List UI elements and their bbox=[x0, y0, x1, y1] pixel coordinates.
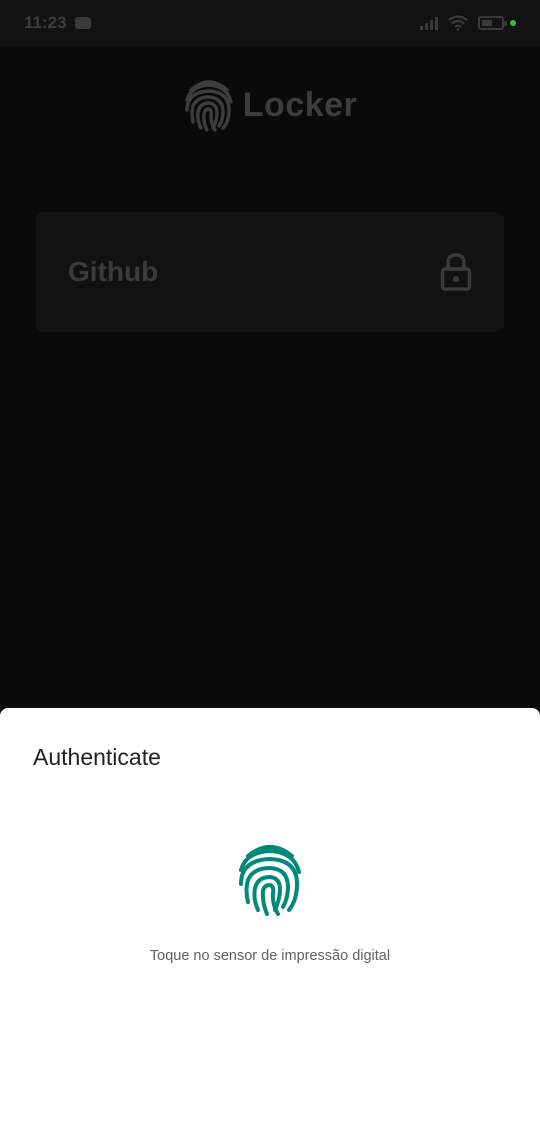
app-title: Locker bbox=[242, 85, 358, 124]
status-left: 11:23 bbox=[24, 13, 91, 33]
wifi-icon bbox=[448, 15, 468, 31]
status-bar: 11:23 bbox=[0, 0, 540, 46]
auth-title: Authenticate bbox=[33, 744, 161, 770]
locker-item-github[interactable]: Github bbox=[36, 212, 504, 332]
fingerprint-icon bbox=[185, 80, 233, 132]
status-right bbox=[420, 15, 516, 31]
auth-hint: Toque no sensor de impressão digital bbox=[149, 948, 391, 964]
locker-item-label: Github bbox=[68, 256, 159, 287]
auth-bottom-sheet: Authenticate Toque no sensor de impressã… bbox=[0, 708, 540, 1140]
lock-icon bbox=[440, 253, 472, 291]
message-icon bbox=[74, 17, 91, 29]
app-header: Locker bbox=[0, 76, 540, 134]
fingerprint-icon[interactable] bbox=[236, 842, 304, 920]
battery-charging-dot bbox=[510, 20, 516, 26]
signal-icon bbox=[420, 16, 438, 30]
status-time: 11:23 bbox=[24, 13, 67, 32]
battery-icon bbox=[478, 16, 507, 30]
